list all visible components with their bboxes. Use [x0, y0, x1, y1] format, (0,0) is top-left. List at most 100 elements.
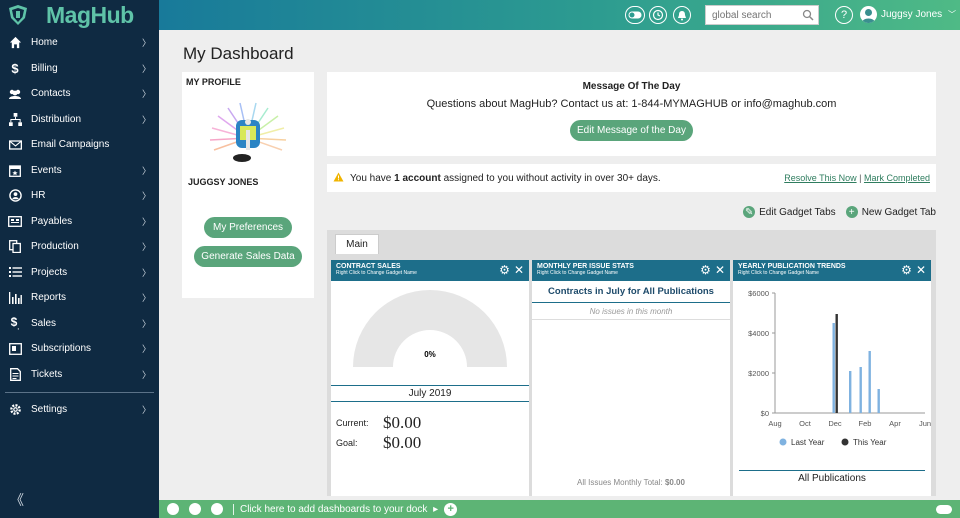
- search-icon[interactable]: [802, 9, 814, 24]
- global-search: [705, 5, 819, 25]
- gadget-tools: ✎ Edit Gadget Tabs + New Gadget Tab: [743, 206, 936, 218]
- sidebar-item-payables[interactable]: Payables 〉: [0, 209, 159, 235]
- chevron-right-icon: 〉: [141, 216, 151, 227]
- y-tick-label: $4000: [748, 329, 769, 338]
- sidebar-item-distribution[interactable]: Distribution 〉: [0, 107, 159, 133]
- logo[interactable]: MagHub: [0, 0, 159, 30]
- gauge-label: 0%: [424, 350, 436, 359]
- mark-completed-link[interactable]: Mark Completed: [864, 173, 930, 183]
- sidebar-item-projects[interactable]: Projects 〉: [0, 260, 159, 286]
- total-value: $0.00: [664, 478, 685, 487]
- yearly-trends-gadget: YEARLY PUBLICATION TRENDS Right Click to…: [733, 260, 931, 496]
- sidebar-item-label: Billing: [31, 62, 58, 74]
- gauge-chart: 0%: [353, 290, 507, 367]
- plus-icon[interactable]: +: [444, 502, 458, 516]
- avatar[interactable]: [860, 6, 877, 23]
- new-gadget-tab-link[interactable]: New Gadget Tab: [862, 207, 936, 218]
- sidebar-item-production[interactable]: Production 〉: [0, 234, 159, 260]
- sidebar-item-label: Sales: [31, 317, 57, 329]
- x-tick-label: Aug: [768, 419, 781, 428]
- envelope-icon: [8, 138, 22, 152]
- chevron-right-icon: 〉: [141, 38, 151, 49]
- email-icon[interactable]: [167, 503, 179, 515]
- resolve-link[interactable]: Resolve This Now: [784, 173, 856, 183]
- sidebar-item-reports[interactable]: Reports 〉: [0, 285, 159, 311]
- my-profile-card: MY PROFILE JUGGSY JONES My Preferences G…: [182, 72, 314, 298]
- sidebar-item-label: Home: [31, 37, 58, 49]
- dock-toggle[interactable]: [936, 504, 952, 514]
- monthly-total: All Issues Monthly Total: $0.00: [532, 478, 730, 487]
- tab-main[interactable]: Main: [335, 234, 379, 254]
- chevron-right-icon: 〉: [141, 242, 151, 253]
- history-icon[interactable]: [649, 6, 667, 24]
- alert-prefix: You have: [350, 172, 392, 184]
- sidebar-item-home[interactable]: Home 〉: [0, 30, 159, 56]
- legend-label: Last Year: [791, 438, 825, 447]
- dollar-icon: $: [11, 60, 19, 76]
- gear-icon[interactable]: ⚙: [499, 263, 510, 277]
- bar-last-year: [849, 371, 852, 413]
- message-of-the-day-card: Message Of The Day Questions about MagHu…: [327, 72, 936, 156]
- sidebar-item-label: Production: [31, 241, 79, 253]
- chevron-right-icon: 〉: [141, 369, 151, 380]
- monthly-per-issue-gadget: MONTHLY PER ISSUE STATS Right Click to C…: [532, 260, 730, 496]
- legend-marker: [841, 438, 849, 446]
- pencil-icon: ✎: [743, 206, 756, 218]
- slack-icon[interactable]: [211, 503, 223, 515]
- sidebar-item-hr[interactable]: HR 〉: [0, 183, 159, 209]
- edit-gadget-tabs-link[interactable]: Edit Gadget Tabs: [759, 207, 836, 218]
- profile-header: MY PROFILE: [186, 77, 241, 87]
- sidebar-item-subscriptions[interactable]: Subscriptions 〉: [0, 336, 159, 362]
- gear-icon[interactable]: ⚙: [901, 263, 912, 277]
- bar-this-year: [835, 314, 838, 413]
- sidebar-item-sales[interactable]: $. Sales 〉: [0, 311, 159, 337]
- alert-count: 1 account: [394, 172, 441, 184]
- profile-avatar-image: [209, 102, 287, 162]
- sidebar-item-events[interactable]: Events 〉: [0, 158, 159, 184]
- legend-marker: [779, 438, 787, 446]
- toggle-icon[interactable]: [625, 6, 645, 24]
- close-icon[interactable]: ✕: [715, 263, 725, 277]
- current-label: Current:: [336, 418, 369, 428]
- gadget-header: YEARLY PUBLICATION TRENDS Right Click to…: [733, 260, 931, 281]
- sidebar-item-tickets[interactable]: Tickets 〉: [0, 362, 159, 388]
- chat-icon[interactable]: [189, 503, 201, 515]
- hr-icon: [8, 189, 22, 203]
- chevron-right-icon: 〉: [141, 404, 151, 415]
- help-icon[interactable]: ?: [835, 6, 853, 24]
- y-tick-label: $0: [761, 409, 769, 418]
- user-menu[interactable]: Juggsy Jones ﹀: [881, 9, 956, 20]
- home-icon: [8, 36, 22, 50]
- yearly-trend-chart: $6000 $4000 $2000 $0Aug Oct Dec Feb Apr Jun Last …: [748, 289, 931, 447]
- collapse-sidebar-icon[interactable]: 《: [10, 490, 24, 510]
- y-tick-label: $2000: [748, 369, 769, 378]
- generate-sales-data-button[interactable]: Generate Sales Data: [194, 246, 302, 267]
- bell-icon[interactable]: [673, 6, 691, 24]
- search-input[interactable]: [706, 6, 798, 24]
- sidebar-item-settings[interactable]: Settings 〉: [0, 398, 159, 420]
- bar-last-year: [859, 367, 862, 413]
- ticket-icon: [8, 367, 22, 381]
- sidebar-item-email-campaigns[interactable]: Email Campaigns: [0, 132, 159, 158]
- dashboard-dock: Click here to add dashboards to your doc…: [159, 500, 960, 518]
- x-tick-label: Dec: [828, 419, 842, 428]
- sidebar-item-contacts[interactable]: Contacts 〉: [0, 81, 159, 107]
- sidebar-nav: Home 〉 $ Billing 〉 Contacts 〉 Distribution 〉 Emai…: [0, 30, 159, 387]
- page-title: My Dashboard: [183, 44, 294, 63]
- sidebar-item-label: Reports: [31, 292, 67, 304]
- add-dashboard-dock-link[interactable]: Click here to add dashboards to your doc…: [233, 503, 438, 515]
- close-icon[interactable]: ✕: [916, 263, 926, 277]
- sidebar-item-label: Events: [31, 164, 62, 176]
- chevron-right-icon: 〉: [141, 89, 151, 100]
- edit-motd-button[interactable]: Edit Message of the Day: [570, 120, 693, 141]
- gear-icon[interactable]: ⚙: [700, 263, 711, 277]
- sidebar-item-label: Subscriptions: [31, 343, 92, 355]
- bar-last-year: [832, 323, 835, 413]
- close-icon[interactable]: ✕: [514, 263, 524, 277]
- warning-icon: [333, 172, 344, 185]
- my-preferences-button[interactable]: My Preferences: [204, 217, 292, 238]
- profile-name: JUGGSY JONES: [188, 177, 259, 187]
- sidebar-item-billing[interactable]: $ Billing 〉: [0, 56, 159, 82]
- goal-value: $0.00: [383, 433, 422, 452]
- motd-title: Message Of The Day: [582, 81, 681, 92]
